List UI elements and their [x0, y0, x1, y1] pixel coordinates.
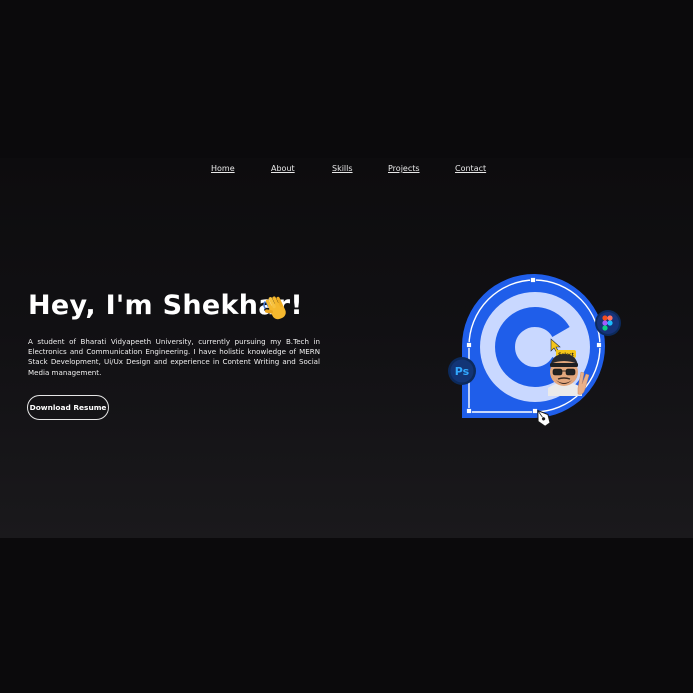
- top-dark-band: [0, 0, 693, 158]
- hero-description: A student of Bharati Vidyapeeth Universi…: [28, 337, 320, 377]
- bottom-dark-band: [0, 538, 693, 693]
- nav-projects[interactable]: Projects: [388, 164, 420, 173]
- svg-text:Ps: Ps: [455, 365, 470, 378]
- photoshop-icon: Ps: [448, 357, 476, 385]
- top-navigation: Home About Skills Projects Contact: [0, 164, 693, 180]
- nav-contact[interactable]: Contact: [455, 164, 486, 173]
- nav-skills[interactable]: Skills: [332, 164, 353, 173]
- waving-hand-icon: [263, 296, 286, 320]
- developer-illustration: Ps Select: [448, 273, 621, 427]
- hero-section: Home About Skills Projects Contact Hey, …: [0, 158, 693, 538]
- nav-home[interactable]: Home: [211, 164, 235, 173]
- nav-about[interactable]: About: [271, 164, 295, 173]
- figma-icon: [595, 310, 621, 336]
- download-resume-button[interactable]: Download Resume: [27, 395, 109, 420]
